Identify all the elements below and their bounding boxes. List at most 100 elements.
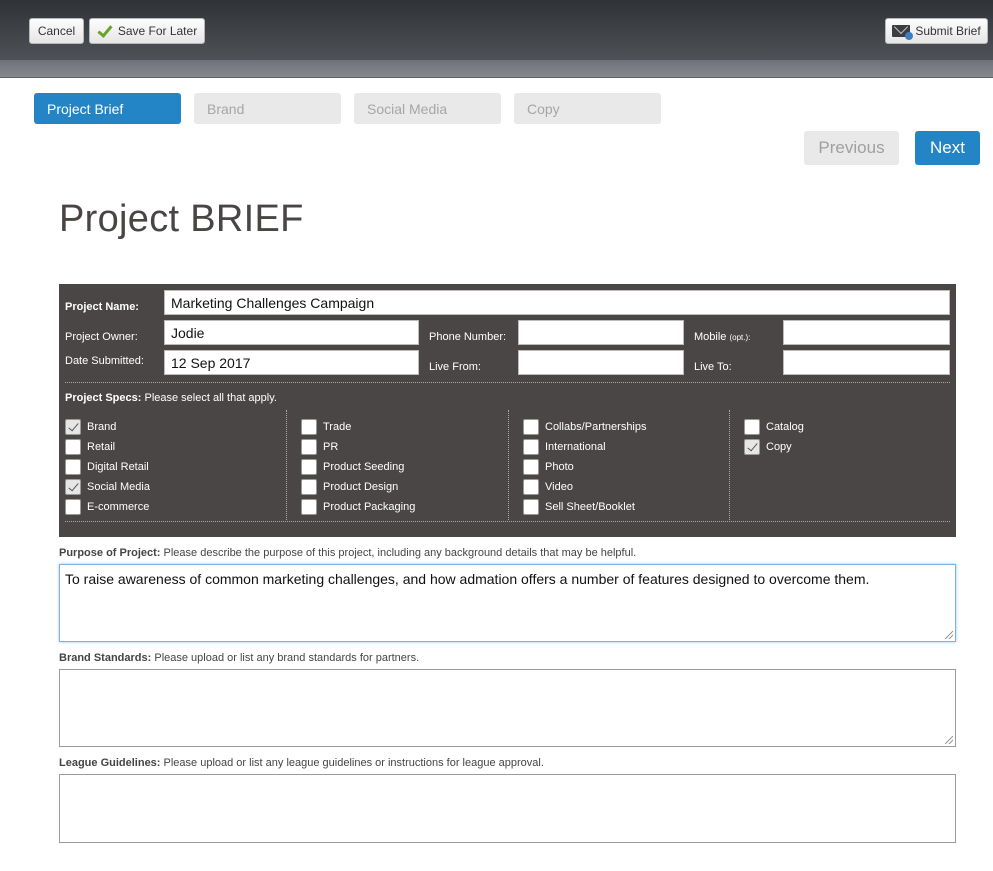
spec-checkbox-sell-sheet-booklet[interactable]: Sell Sheet/Booklet [523, 499, 635, 515]
save-button-label: Save For Later [117, 24, 198, 38]
project-owner-label: Project Owner: [65, 331, 138, 343]
next-button[interactable]: Next [915, 131, 980, 165]
league-guidelines-textarea[interactable] [59, 774, 956, 843]
checkbox[interactable] [523, 499, 539, 515]
submit-brief-button[interactable]: Submit Brief [885, 18, 988, 44]
checkbox[interactable] [523, 459, 539, 475]
spec-checkbox-photo[interactable]: Photo [523, 459, 574, 475]
save-for-later-button[interactable]: Save For Later [89, 18, 205, 44]
checkbox[interactable] [301, 419, 317, 435]
checkbox-label: Product Packaging [323, 501, 416, 513]
checkbox-label: E-commerce [87, 501, 150, 513]
live-from-label: Live From: [429, 361, 481, 373]
mobile-label: Mobile (opt.): [694, 331, 751, 343]
checkbox-label: Photo [545, 461, 574, 473]
project-owner-input[interactable] [164, 320, 419, 345]
next-button-label: Next [930, 138, 965, 157]
live-from-input[interactable] [518, 350, 684, 375]
checkbox[interactable] [523, 479, 539, 495]
envelope-send-icon [892, 25, 914, 40]
purpose-textarea[interactable]: To raise awareness of common marketing c… [59, 564, 956, 642]
checkbox[interactable] [65, 439, 81, 455]
project-name-label: Project Name: [65, 301, 139, 313]
spec-checkbox-video[interactable]: Video [523, 479, 573, 495]
step-tab-social-media[interactable]: Social Media [354, 93, 501, 124]
checkbox[interactable] [65, 499, 81, 515]
spec-checkbox-product-design[interactable]: Product Design [301, 479, 398, 495]
step-tab-project-brief[interactable]: Project Brief [34, 93, 181, 124]
checkbox[interactable] [301, 439, 317, 455]
column-divider [286, 410, 287, 520]
step-tab-label: Brand [207, 100, 245, 117]
project-specs-heading: Project Specs: Please select all that ap… [65, 392, 277, 404]
brand-standards-textarea[interactable] [59, 669, 956, 747]
checkbox[interactable] [523, 419, 539, 435]
purpose-label: Purpose of Project: Please describe the … [59, 547, 637, 559]
toolbar-subbar [0, 60, 993, 78]
checkbox[interactable] [523, 439, 539, 455]
spec-checkbox-international[interactable]: International [523, 439, 606, 455]
league-guidelines-label: League Guidelines: Please upload or list… [59, 757, 544, 769]
checkbox-label: Digital Retail [87, 461, 149, 473]
checkbox-label: Collabs/Partnerships [545, 421, 647, 433]
resize-grip-icon[interactable] [945, 736, 953, 744]
date-submitted-label: Date Submitted: [65, 355, 144, 367]
column-divider [729, 410, 730, 520]
checkbox[interactable] [301, 479, 317, 495]
spec-checkbox-pr[interactable]: PR [301, 439, 338, 455]
step-tab-label: Copy [527, 100, 560, 117]
cancel-button[interactable]: Cancel [29, 18, 84, 44]
step-tab-brand[interactable]: Brand [194, 93, 341, 124]
phone-number-label: Phone Number: [429, 331, 507, 343]
divider [65, 521, 950, 522]
submit-button-label: Submit Brief [915, 24, 981, 38]
live-to-input[interactable] [783, 350, 950, 375]
divider [65, 382, 950, 383]
checkbox-label: International [545, 441, 606, 453]
checkbox-label: Catalog [766, 421, 804, 433]
phone-number-input[interactable] [518, 320, 684, 345]
mobile-input[interactable] [783, 320, 950, 345]
checkbox[interactable] [301, 459, 317, 475]
spec-checkbox-brand[interactable]: Brand [65, 419, 116, 435]
checkbox-label: Sell Sheet/Booklet [545, 501, 635, 513]
spec-checkbox-social-media[interactable]: Social Media [65, 479, 150, 495]
spec-checkbox-retail[interactable]: Retail [65, 439, 115, 455]
step-tab-copy[interactable]: Copy [514, 93, 661, 124]
resize-grip-icon[interactable] [945, 631, 953, 639]
column-divider [508, 410, 509, 520]
purpose-text: To raise awareness of common marketing c… [65, 571, 870, 587]
checkbox-label: Product Design [323, 481, 399, 493]
spec-checkbox-catalog[interactable]: Catalog [744, 419, 804, 435]
spec-checkbox-copy[interactable]: Copy [744, 439, 792, 455]
page-title: Project BRIEF [59, 198, 304, 240]
spec-checkbox-trade[interactable]: Trade [301, 419, 351, 435]
spec-checkbox-digital-retail[interactable]: Digital Retail [65, 459, 149, 475]
checkbox[interactable] [301, 499, 317, 515]
spec-checkbox-product-packaging[interactable]: Product Packaging [301, 499, 415, 515]
live-to-label: Live To: [694, 361, 732, 373]
checkbox[interactable] [65, 479, 81, 495]
project-info-panel: Project Name: Project Owner: Phone Numbe… [59, 284, 956, 537]
cancel-button-label: Cancel [37, 24, 76, 38]
previous-button[interactable]: Previous [804, 131, 899, 165]
checkbox[interactable] [744, 439, 760, 455]
spec-checkbox-collabs-partnerships[interactable]: Collabs/Partnerships [523, 419, 647, 435]
project-name-input[interactable] [164, 290, 950, 315]
date-submitted-input[interactable] [164, 350, 419, 375]
brand-standards-label: Brand Standards: Please upload or list a… [59, 652, 420, 664]
previous-button-label: Previous [818, 138, 885, 157]
checkbox-label: Brand [87, 421, 117, 433]
checkbox-label: Social Media [87, 481, 150, 493]
step-tab-label: Social Media [367, 100, 448, 117]
checkbox-label: Trade [323, 421, 352, 433]
top-toolbar: Cancel Save For Later Submit Brief [0, 0, 993, 60]
step-tab-label: Project Brief [47, 100, 124, 117]
spec-checkbox-e-commerce[interactable]: E-commerce [65, 499, 149, 515]
checkbox-label: Retail [87, 441, 116, 453]
checkbox[interactable] [744, 419, 760, 435]
spec-checkbox-product-seeding[interactable]: Product Seeding [301, 459, 404, 475]
checkbox[interactable] [65, 419, 81, 435]
checkbox[interactable] [65, 459, 81, 475]
checkbox-label: Video [545, 481, 573, 493]
